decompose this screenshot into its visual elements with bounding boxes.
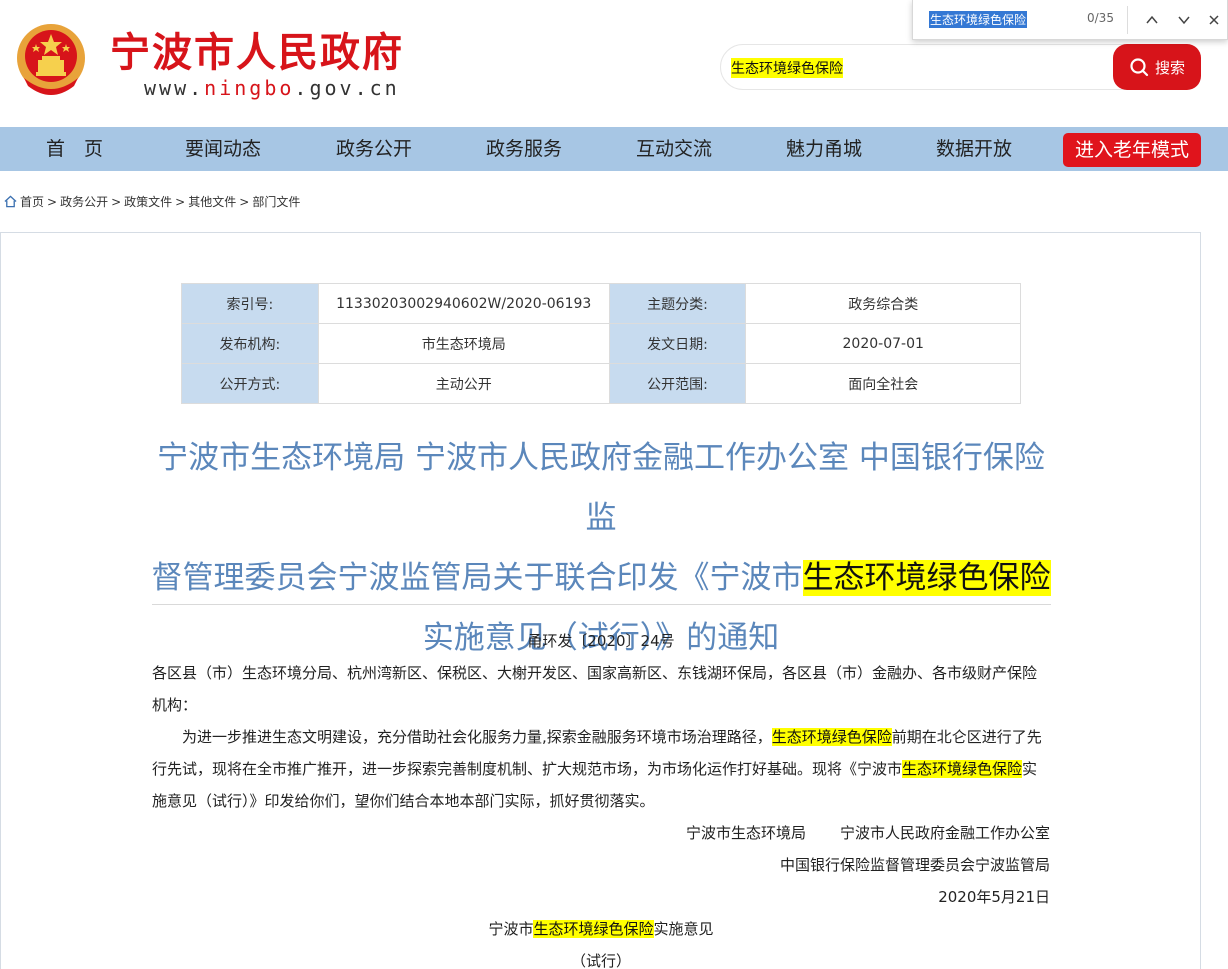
search-highlight: 生态环境绿色保险	[902, 760, 1023, 778]
chevron-up-icon	[1146, 15, 1158, 24]
search-icon	[1130, 58, 1149, 77]
attachment-title-text: 实施意见	[653, 920, 714, 938]
breadcrumb-item-gov-info[interactable]: 政务公开	[60, 193, 108, 210]
meta-value: 主动公开	[317, 363, 610, 404]
table-row: 公开方式: 主动公开 公开范围: 面向全社会	[181, 363, 1021, 404]
breadcrumb-item-department[interactable]: 部门文件	[252, 193, 300, 210]
document-number: 甬环发〔2020〕24号	[527, 632, 675, 650]
nav-item-open-data[interactable]: 数据开放	[936, 127, 1012, 171]
breadcrumb-separator: >	[239, 194, 250, 209]
meta-value: 2020-07-01	[745, 323, 1021, 364]
nav-item-interaction[interactable]: 互动交流	[636, 127, 712, 171]
close-icon	[1209, 15, 1219, 25]
breadcrumb-item-home[interactable]: 首页	[20, 193, 44, 210]
attachment-title: 宁波市生态环境绿色保险实施意见	[152, 913, 1050, 945]
signatory: 宁波市人民政府金融工作办公室	[839, 824, 1050, 842]
nav-item-city[interactable]: 魅力甬城	[786, 127, 862, 171]
meta-key: 主题分类:	[608, 283, 747, 324]
meta-key: 发文日期:	[608, 323, 747, 364]
title-highlight: 生态环境绿色保险	[802, 560, 1051, 596]
breadcrumb: 首页 > 政务公开 > 政策文件 > 其他文件 > 部门文件	[4, 193, 300, 210]
meta-key: 索引号:	[181, 283, 319, 324]
nav-item-gov-service[interactable]: 政务服务	[486, 127, 562, 171]
nav-item-gov-info[interactable]: 政务公开	[336, 127, 412, 171]
search-input[interactable]: 生态环境绿色保险	[731, 58, 843, 78]
find-close-button[interactable]	[1203, 9, 1225, 31]
document-paragraph: 为进一步推进生态文明建设，充分借助社会化服务力量,探索金融服务环境市场治理路径，…	[152, 721, 1050, 817]
title-line-2-text: 督管理委员会宁波监管局关于联合印发《宁波市	[151, 560, 803, 596]
table-row: 索引号: 11330203002940602W/2020-06193 主题分类:…	[181, 283, 1021, 324]
find-previous-button[interactable]	[1141, 9, 1163, 31]
signatory-line-2: 中国银行保险监督管理委员会宁波监管局	[779, 856, 1050, 874]
meta-value: 11330203002940602W/2020-06193	[317, 283, 610, 324]
attachment-title-text: 宁波市	[488, 920, 534, 938]
document-recipients: 各区县（市）生态环境分局、杭州湾新区、保税区、大榭开发区、国家高新区、东钱湖环保…	[152, 664, 1038, 714]
site-url: www.ningbo.gov.cn	[144, 76, 400, 100]
breadcrumb-separator: >	[175, 194, 186, 209]
home-icon	[4, 195, 17, 208]
table-row: 发布机构: 市生态环境局 发文日期: 2020-07-01	[181, 323, 1021, 364]
signatory: 宁波市生态环境局	[685, 824, 806, 842]
find-divider	[1127, 6, 1128, 34]
nav-item-home[interactable]: 首 页	[46, 127, 103, 171]
nav-item-news[interactable]: 要闻动态	[185, 127, 261, 171]
chevron-down-icon	[1178, 16, 1190, 25]
find-next-button[interactable]	[1173, 9, 1195, 31]
meta-value: 面向全社会	[745, 363, 1021, 404]
elder-mode-button[interactable]: 进入老年模式	[1063, 133, 1201, 167]
paragraph-text: 为进一步推进生态文明建设，充分借助社会化服务力量,探索金融服务环境市场治理路径，	[182, 728, 772, 746]
find-input[interactable]: 生态环境绿色保险	[929, 11, 1028, 28]
meta-key: 公开范围:	[608, 363, 747, 404]
breadcrumb-item-other[interactable]: 其他文件	[188, 193, 236, 210]
site-url-prefix: www.	[144, 76, 205, 100]
find-bar: 生态环境绿色保险 0/35	[912, 0, 1228, 40]
breadcrumb-separator: >	[111, 194, 122, 209]
meta-value: 政务综合类	[745, 283, 1021, 324]
title-line-1: 宁波市生态环境局 宁波市人民政府金融工作办公室 中国银行保险监	[157, 440, 1045, 536]
attachment-subtitle: （试行）	[570, 952, 631, 969]
meta-value: 市生态环境局	[317, 323, 610, 364]
site-url-brand: ningbo	[204, 76, 295, 100]
document-meta-table: 索引号: 11330203002940602W/2020-06193 主题分类:…	[181, 283, 1021, 404]
search-highlight: 生态环境绿色保险	[771, 728, 892, 746]
search-highlight: 生态环境绿色保险	[533, 920, 654, 938]
search-button-label: 搜索	[1154, 58, 1185, 77]
national-emblem-icon	[17, 24, 85, 95]
site-url-suffix: .gov.cn	[294, 76, 400, 100]
search-button[interactable]: 搜索	[1113, 44, 1201, 90]
title-line-2: 督管理委员会宁波监管局关于联合印发《宁波市生态环境绿色保险	[150, 548, 1052, 608]
main-nav: 首 页 要闻动态 政务公开 政务服务 互动交流 魅力甬城 数据开放	[0, 127, 1228, 171]
meta-key: 发布机构:	[181, 323, 319, 364]
title-divider	[152, 604, 1051, 605]
meta-key: 公开方式:	[181, 363, 319, 404]
signatory-line-1: 宁波市生态环境局 宁波市人民政府金融工作办公室	[152, 817, 1050, 849]
site-title: 宁波市人民政府	[110, 30, 404, 76]
breadcrumb-separator: >	[47, 194, 58, 209]
document-date: 2020年5月21日	[938, 888, 1050, 906]
breadcrumb-item-policy[interactable]: 政策文件	[124, 193, 172, 210]
find-match-count: 0/35	[1087, 11, 1114, 25]
